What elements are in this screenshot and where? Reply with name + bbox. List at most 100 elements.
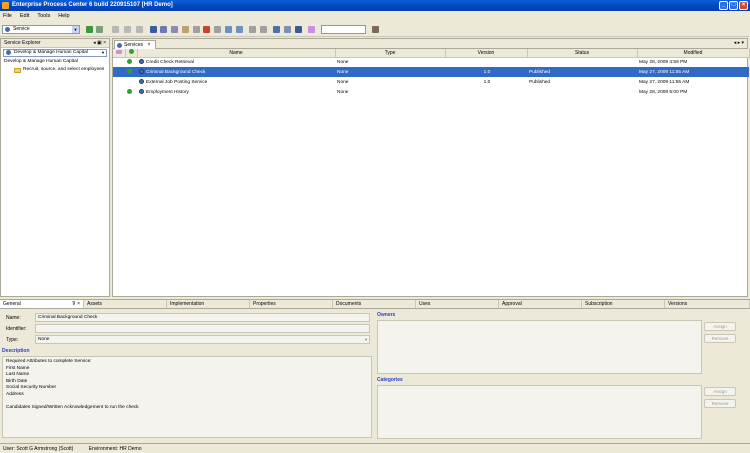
explorer-selector[interactable]: Develop & Manage Human Capital ▼ <box>3 49 107 57</box>
print-icon[interactable] <box>273 26 280 33</box>
menu-help[interactable]: Help <box>58 11 69 21</box>
redo-icon[interactable] <box>193 26 200 33</box>
tab-subscription[interactable]: Subscription <box>582 300 665 308</box>
description-title: Description <box>2 348 30 354</box>
tab-approval[interactable]: Approval <box>499 300 582 308</box>
close-icon[interactable]: × <box>148 42 151 48</box>
type-label: Type: <box>6 337 19 343</box>
service-icon <box>139 89 144 95</box>
minimize-button[interactable]: _ <box>719 1 728 10</box>
comment-icon[interactable] <box>308 26 315 33</box>
maximize-button[interactable]: □ <box>729 1 738 10</box>
type-selector[interactable]: Service ▼ <box>2 25 80 34</box>
service-explorer-panel: Service Explorer ◂ ▣ × Develop & Manage … <box>0 38 110 297</box>
categories-assign-button[interactable]: Assign <box>704 387 736 396</box>
toolbar: Service ▼ <box>0 22 750 37</box>
panel-controls[interactable]: ◂ ▣ × <box>93 39 106 48</box>
duplicate-icon[interactable] <box>225 26 232 33</box>
table-row[interactable]: Criminal Background Check None 1.0 Publi… <box>113 67 749 77</box>
owners-remove-button[interactable]: Remove <box>704 334 736 343</box>
undo-icon[interactable] <box>182 26 189 33</box>
tab-services[interactable]: Services × <box>114 40 156 49</box>
col-status[interactable]: Status <box>527 49 638 58</box>
col-state[interactable] <box>125 49 138 58</box>
note-icon <box>115 49 122 54</box>
chevron-down-icon: ▼ <box>101 50 105 55</box>
service-icon <box>6 50 11 55</box>
status-environment: Environment: HR Demo <box>88 446 142 452</box>
col-note[interactable] <box>113 49 126 58</box>
delete-icon[interactable] <box>203 26 210 33</box>
tab-assets[interactable]: Assets <box>84 300 167 308</box>
service-icon <box>117 43 122 48</box>
name-field[interactable]: Criminal Background Check <box>35 313 370 322</box>
tab-properties[interactable]: Properties <box>250 300 333 308</box>
cut-icon[interactable] <box>112 26 119 33</box>
categories-title: Categories <box>377 377 403 383</box>
new-icon[interactable] <box>86 26 93 33</box>
folder-icon[interactable] <box>284 26 291 33</box>
app-icon <box>2 2 9 9</box>
check-icon <box>128 49 134 55</box>
search-input[interactable] <box>321 25 366 34</box>
binoculars-icon[interactable] <box>372 26 379 33</box>
tab-implementation[interactable]: Implementation <box>167 300 250 308</box>
owners-section: Owners Assign Remove <box>377 312 747 374</box>
scissors-icon[interactable] <box>214 26 221 33</box>
gear-icon[interactable] <box>260 26 267 33</box>
tree-item-root[interactable]: Develop & Manage Human Capital <box>1 58 109 66</box>
services-table: Name Type Version Status Modified Credit… <box>113 49 750 97</box>
folder-icon <box>14 68 21 73</box>
col-version[interactable]: Version <box>445 49 528 58</box>
services-panel: Services × ◂ ▸ ▾ Name Type Version Statu… <box>112 38 750 297</box>
service-icon <box>139 69 144 75</box>
refresh-icon[interactable] <box>160 26 167 33</box>
service-icon <box>139 79 144 85</box>
type-select[interactable]: None ▼ <box>35 335 370 344</box>
categories-remove-button[interactable]: Remove <box>704 399 736 408</box>
menu-file[interactable]: File <box>3 11 12 21</box>
settings-icon[interactable] <box>249 26 256 33</box>
search-icon[interactable] <box>171 26 178 33</box>
title-bar: Enterprise Process Center 6 build 220915… <box>0 0 750 11</box>
publish-icon[interactable] <box>295 26 302 33</box>
tab-versions[interactable]: Versions <box>665 300 750 308</box>
description-text[interactable]: Required Attributes to complete Service:… <box>2 356 372 438</box>
table-row[interactable]: Employment History None May 28, 2009 5:0… <box>113 87 749 97</box>
save-icon[interactable] <box>150 26 157 33</box>
tab-documents[interactable]: Documents <box>333 300 416 308</box>
tab-navigation[interactable]: ◂ ▸ ▾ <box>734 40 744 46</box>
details-tabs: General ⊽ × Assets Implementation Proper… <box>0 300 750 309</box>
col-type[interactable]: Type <box>335 49 446 58</box>
copy-icon[interactable] <box>124 26 131 33</box>
close-button[interactable]: × <box>739 1 748 10</box>
owners-assign-button[interactable]: Assign <box>704 322 736 331</box>
col-name[interactable]: Name <box>137 49 336 58</box>
categories-list[interactable] <box>377 385 702 439</box>
service-icon <box>5 27 10 32</box>
description-section: Description Required Attributes to compl… <box>2 348 372 438</box>
chevron-down-icon: ▼ <box>72 26 79 33</box>
categories-section: Categories Assign Remove <box>377 377 747 439</box>
tab-general[interactable]: General ⊽ × <box>0 300 84 308</box>
link-icon[interactable] <box>236 26 243 33</box>
status-bar: User: Scott G Armstrong (Scott) Environm… <box>0 443 750 453</box>
tree-item-child[interactable]: Recruit, source, and select employees <box>1 66 109 74</box>
identifier-field[interactable] <box>35 324 370 333</box>
import-icon[interactable] <box>96 26 103 33</box>
pin-icon[interactable]: ⊽ × <box>72 300 80 308</box>
col-modified[interactable]: Modified <box>637 49 750 58</box>
paste-icon[interactable] <box>136 26 143 33</box>
menu-edit[interactable]: Edit <box>20 11 29 21</box>
owners-list[interactable] <box>377 320 702 374</box>
details-panel: General ⊽ × Assets Implementation Proper… <box>0 299 750 442</box>
identifier-label: Identifier: <box>6 326 27 332</box>
check-icon <box>127 58 132 64</box>
panel-header: Service Explorer ◂ ▣ × <box>1 39 109 48</box>
table-row[interactable]: Credit Check Retrieval None May 28, 2009… <box>113 57 749 67</box>
services-tabstrip: Services × ◂ ▸ ▾ <box>113 39 747 49</box>
menu-tools[interactable]: Tools <box>37 11 50 21</box>
check-icon <box>127 68 132 74</box>
tab-uses[interactable]: Uses <box>416 300 499 308</box>
table-row[interactable]: External Job Posting Service None 1.0 Pu… <box>113 77 749 87</box>
